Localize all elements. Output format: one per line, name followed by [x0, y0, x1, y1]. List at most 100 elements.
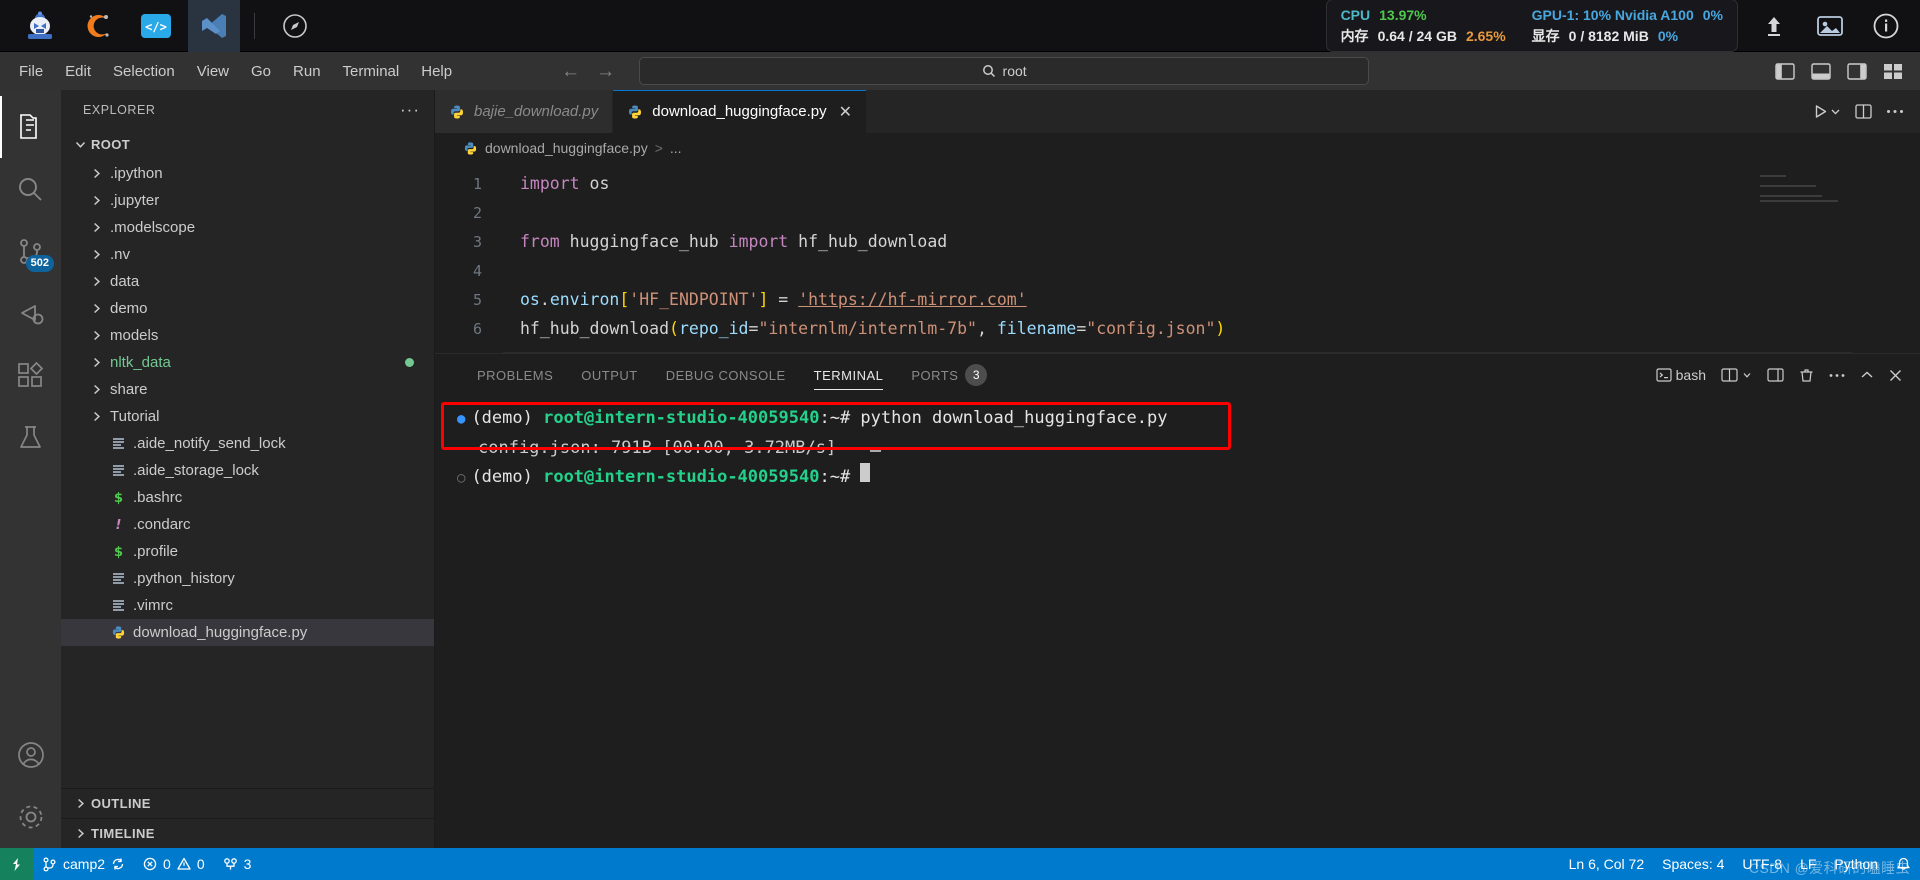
tree-item-python-history[interactable]: .python_history	[61, 565, 434, 592]
toggle-secondary-sidebar-icon[interactable]	[1844, 58, 1870, 84]
chevron-down-icon	[1831, 109, 1840, 115]
tree-item-nltk-data[interactable]: nltk_data	[61, 349, 434, 376]
text-file-icon	[107, 463, 130, 478]
tree-item-condarc[interactable]: ! .condarc	[61, 511, 434, 538]
menu-file[interactable]: File	[8, 60, 54, 83]
more-actions-icon[interactable]	[1886, 109, 1904, 114]
notifications-bell[interactable]	[1887, 857, 1920, 872]
gpu-label: GPU-1: 10% Nvidia A100	[1531, 7, 1694, 24]
breadcrumb-tail[interactable]: ...	[670, 140, 682, 156]
toggle-primary-sidebar-icon[interactable]	[1772, 58, 1798, 84]
toggle-panel-icon[interactable]	[1808, 58, 1834, 84]
tree-item-nv[interactable]: .nv	[61, 241, 434, 268]
upload-icon[interactable]	[1754, 6, 1794, 46]
tree-item-models[interactable]: models	[61, 322, 434, 349]
close-icon[interactable]: ✕	[839, 102, 852, 122]
menu-selection[interactable]: Selection	[102, 60, 186, 83]
command-center-input[interactable]: root	[639, 57, 1370, 85]
tab-download-huggingface[interactable]: download_huggingface.py ✕	[613, 90, 867, 133]
panel-more-actions-icon[interactable]	[1829, 373, 1845, 378]
sidebar-item-explorer[interactable]	[0, 96, 61, 158]
errors-warnings-status[interactable]: 0 0	[134, 848, 214, 880]
customize-layout-icon[interactable]	[1880, 58, 1906, 84]
editor-actions	[1797, 90, 1920, 133]
close-panel-icon[interactable]	[1889, 369, 1902, 382]
go-forward-icon[interactable]: →	[596, 62, 615, 81]
menu-edit[interactable]: Edit	[54, 60, 102, 83]
language-mode-status[interactable]: Python	[1825, 856, 1887, 872]
menu-run[interactable]: Run	[282, 60, 332, 83]
indentation-status[interactable]: Spaces: 4	[1653, 856, 1733, 872]
git-branch-status[interactable]: camp2	[33, 848, 134, 880]
tree-item-download-huggingface-py[interactable]: download_huggingface.py	[61, 619, 434, 646]
tab-bajie-download[interactable]: bajie_download.py	[435, 90, 614, 133]
tree-item-label: download_huggingface.py	[133, 624, 308, 641]
tree-item-modelscope[interactable]: .modelscope	[61, 214, 434, 241]
sidebar-item-run-and-debug[interactable]	[0, 282, 61, 344]
terminal-shell-selector[interactable]: bash	[1656, 367, 1706, 383]
panel-tab-problems[interactable]: PROBLEMS	[463, 354, 567, 396]
kill-terminal-icon[interactable]	[1799, 368, 1814, 383]
info-icon[interactable]	[1866, 6, 1906, 46]
code-server-logo-button[interactable]: </>	[130, 0, 182, 52]
tree-item-aide-notify-send-lock[interactable]: .aide_notify_send_lock	[61, 430, 434, 457]
cursor-position-status[interactable]: Ln 6, Col 72	[1560, 856, 1654, 872]
root-folder-section[interactable]: ROOT	[61, 130, 434, 158]
intern-studio-logo-button[interactable]	[14, 0, 66, 52]
panel-tab-output[interactable]: OUTPUT	[567, 354, 651, 396]
tree-item-data[interactable]: data	[61, 268, 434, 295]
bell-icon	[1897, 857, 1910, 870]
tree-item-label: models	[110, 327, 159, 344]
tree-item-vimrc[interactable]: .vimrc	[61, 592, 434, 619]
menu-terminal[interactable]: Terminal	[332, 60, 411, 83]
sidebar-item-extensions[interactable]	[0, 344, 61, 406]
split-terminal-icon[interactable]	[1721, 368, 1752, 382]
split-editor-icon[interactable]	[1855, 104, 1872, 119]
tree-item-label: data	[110, 273, 140, 290]
tree-item-tutorial[interactable]: Tutorial	[61, 403, 434, 430]
minimap[interactable]	[1760, 175, 1842, 217]
conda-logo-button[interactable]	[72, 0, 124, 52]
breadcrumb-file[interactable]: download_huggingface.py	[485, 140, 648, 156]
chevron-right-icon	[85, 329, 107, 342]
sidebar-item-search[interactable]	[0, 158, 61, 220]
tree-item-ipython[interactable]: .ipython	[61, 160, 434, 187]
line-number: 4	[472, 261, 482, 280]
sidebar-item-source-control[interactable]: 502	[0, 220, 61, 282]
image-icon[interactable]	[1810, 6, 1850, 46]
file-tree: .ipython .jupyter .modelscope .nv data demo mo…	[61, 158, 434, 788]
remote-indicator[interactable]	[0, 848, 33, 880]
settings-button[interactable]	[0, 786, 61, 848]
tree-item-demo[interactable]: demo	[61, 295, 434, 322]
line-number: 2	[472, 203, 482, 222]
vram-value: 0 / 8182 MiB	[1568, 27, 1649, 44]
menu-go[interactable]: Go	[240, 60, 282, 83]
explorer-more-actions-icon[interactable]: ···	[400, 100, 420, 120]
vscode-logo-button[interactable]	[188, 0, 240, 52]
tree-item-aide-storage-lock[interactable]: .aide_storage_lock	[61, 457, 434, 484]
run-python-file-button[interactable]	[1813, 104, 1841, 119]
tree-item-jupyter[interactable]: .jupyter	[61, 187, 434, 214]
code-editor[interactable]: 1 import os 2 3 from huggingface_hub import …	[435, 163, 1920, 353]
timeline-section[interactable]: TIMELINE	[61, 818, 434, 848]
compass-icon[interactable]	[269, 0, 321, 52]
ports-status[interactable]: 3	[214, 848, 261, 880]
menu-help[interactable]: Help	[410, 60, 463, 83]
menu-view[interactable]: View	[186, 60, 240, 83]
sidebar-item-testing[interactable]	[0, 406, 61, 468]
tree-item-share[interactable]: share	[61, 376, 434, 403]
go-back-icon[interactable]: ←	[561, 62, 580, 81]
tree-item-profile[interactable]: $ .profile	[61, 538, 434, 565]
panel-tab-ports[interactable]: PORTS 3	[897, 354, 1001, 396]
panel-tab-terminal[interactable]: TERMINAL	[800, 354, 898, 396]
encoding-status[interactable]: UTF-8	[1733, 856, 1791, 872]
chevron-right-icon	[85, 410, 107, 423]
new-terminal-icon[interactable]	[1767, 368, 1784, 382]
panel-tab-debug-console[interactable]: DEBUG CONSOLE	[652, 354, 800, 396]
maximize-panel-icon[interactable]	[1860, 370, 1874, 380]
accounts-button[interactable]	[0, 724, 61, 786]
tree-item-bashrc[interactable]: $ .bashrc	[61, 484, 434, 511]
terminal-view[interactable]: ● (demo) root@intern-studio-40059540 : ~…	[435, 396, 1920, 848]
outline-section[interactable]: OUTLINE	[61, 788, 434, 818]
eol-status[interactable]: LF	[1791, 856, 1825, 872]
